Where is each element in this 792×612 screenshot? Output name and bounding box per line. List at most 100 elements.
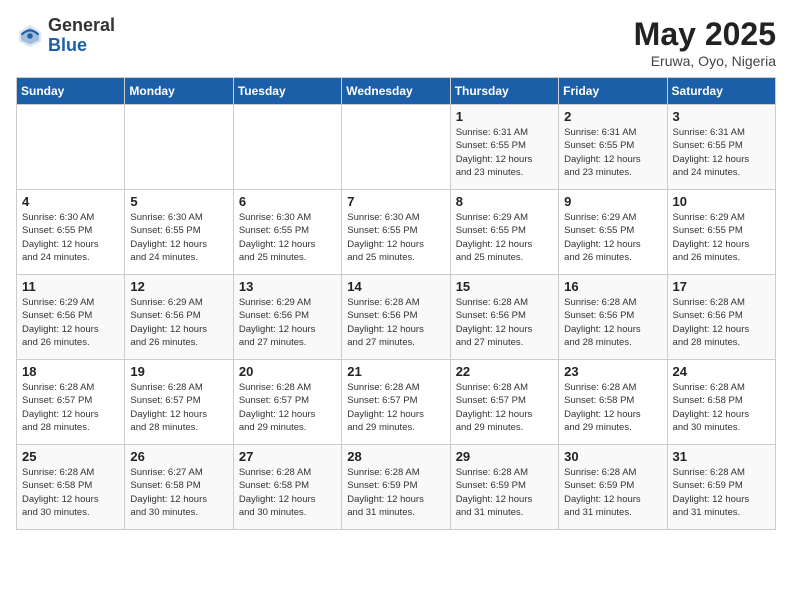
day-info: Sunrise: 6:31 AM Sunset: 6:55 PM Dayligh… bbox=[564, 126, 661, 179]
calendar-day-cell: 9Sunrise: 6:29 AM Sunset: 6:55 PM Daylig… bbox=[559, 190, 667, 275]
calendar-day-cell: 15 Sunrise: 6:28 AM Sunset: 6:56 PM Dayli… bbox=[450, 275, 558, 360]
day-of-week-header: Thursday bbox=[450, 78, 558, 105]
day-info: Sunrise: 6:28 AM Sunset: 6:57 PM Dayligh… bbox=[456, 381, 553, 434]
calendar-header-row: SundayMondayTuesdayWednesdayThursdayFrid… bbox=[17, 78, 776, 105]
day-info: Sunrise: 6:28 AM Sunset: 6:57 PM Dayligh… bbox=[347, 381, 444, 434]
calendar-day-cell: 27 Sunrise: 6:28 AM Sunset: 6:58 PM Dayli… bbox=[233, 445, 341, 530]
logo-general-text: General bbox=[48, 15, 115, 35]
logo: General Blue bbox=[16, 16, 115, 56]
calendar-day-cell: 18 Sunrise: 6:28 AM Sunset: 6:57 PM Dayli… bbox=[17, 360, 125, 445]
day-info: Sunrise: 6:28 AM Sunset: 6:58 PM Dayligh… bbox=[22, 466, 119, 519]
day-info: Sunrise: 6:29 AM Sunset: 6:55 PM Dayligh… bbox=[564, 211, 661, 264]
day-number: 27 bbox=[239, 449, 336, 464]
calendar-day-cell bbox=[233, 105, 341, 190]
day-number: 25 bbox=[22, 449, 119, 464]
calendar-day-cell: 13 Sunrise: 6:29 AM Sunset: 6:56 PM Dayli… bbox=[233, 275, 341, 360]
day-number: 16 bbox=[564, 279, 661, 294]
day-info: Sunrise: 6:29 AM Sunset: 6:55 PM Dayligh… bbox=[673, 211, 770, 264]
day-info: Sunrise: 6:30 AM Sunset: 6:55 PM Dayligh… bbox=[22, 211, 119, 264]
calendar-day-cell: 17 Sunrise: 6:28 AM Sunset: 6:56 PM Dayli… bbox=[667, 275, 775, 360]
month-year: May 2025 bbox=[634, 16, 776, 53]
day-number: 4 bbox=[22, 194, 119, 209]
day-info: Sunrise: 6:27 AM Sunset: 6:58 PM Dayligh… bbox=[130, 466, 227, 519]
calendar-day-cell: 14 Sunrise: 6:28 AM Sunset: 6:56 PM Dayli… bbox=[342, 275, 450, 360]
day-number: 20 bbox=[239, 364, 336, 379]
day-of-week-header: Tuesday bbox=[233, 78, 341, 105]
day-number: 2 bbox=[564, 109, 661, 124]
day-number: 23 bbox=[564, 364, 661, 379]
day-number: 7 bbox=[347, 194, 444, 209]
day-number: 1 bbox=[456, 109, 553, 124]
calendar-week-row: 11Sunrise: 6:29 AM Sunset: 6:56 PM Dayli… bbox=[17, 275, 776, 360]
day-info: Sunrise: 6:28 AM Sunset: 6:56 PM Dayligh… bbox=[347, 296, 444, 349]
day-info: Sunrise: 6:28 AM Sunset: 6:58 PM Dayligh… bbox=[564, 381, 661, 434]
calendar-day-cell: 30Sunrise: 6:28 AM Sunset: 6:59 PM Dayli… bbox=[559, 445, 667, 530]
calendar-week-row: 25 Sunrise: 6:28 AM Sunset: 6:58 PM Dayli… bbox=[17, 445, 776, 530]
location: Eruwa, Oyo, Nigeria bbox=[634, 53, 776, 69]
day-info: Sunrise: 6:28 AM Sunset: 6:58 PM Dayligh… bbox=[673, 381, 770, 434]
calendar-day-cell: 3 Sunrise: 6:31 AM Sunset: 6:55 PM Daylig… bbox=[667, 105, 775, 190]
calendar-day-cell: 24 Sunrise: 6:28 AM Sunset: 6:58 PM Dayli… bbox=[667, 360, 775, 445]
day-of-week-header: Sunday bbox=[17, 78, 125, 105]
day-info: Sunrise: 6:29 AM Sunset: 6:56 PM Dayligh… bbox=[239, 296, 336, 349]
day-info: Sunrise: 6:28 AM Sunset: 6:59 PM Dayligh… bbox=[456, 466, 553, 519]
day-number: 6 bbox=[239, 194, 336, 209]
day-info: Sunrise: 6:29 AM Sunset: 6:56 PM Dayligh… bbox=[130, 296, 227, 349]
calendar-day-cell bbox=[17, 105, 125, 190]
day-number: 22 bbox=[456, 364, 553, 379]
day-info: Sunrise: 6:28 AM Sunset: 6:57 PM Dayligh… bbox=[22, 381, 119, 434]
day-info: Sunrise: 6:28 AM Sunset: 6:56 PM Dayligh… bbox=[456, 296, 553, 349]
day-number: 24 bbox=[673, 364, 770, 379]
calendar-week-row: 18 Sunrise: 6:28 AM Sunset: 6:57 PM Dayli… bbox=[17, 360, 776, 445]
calendar-week-row: 1 Sunrise: 6:31 AM Sunset: 6:55 PM Daylig… bbox=[17, 105, 776, 190]
day-info: Sunrise: 6:31 AM Sunset: 6:55 PM Dayligh… bbox=[456, 126, 553, 179]
calendar-day-cell: 31Sunrise: 6:28 AM Sunset: 6:59 PM Dayli… bbox=[667, 445, 775, 530]
day-info: Sunrise: 6:30 AM Sunset: 6:55 PM Dayligh… bbox=[347, 211, 444, 264]
calendar-day-cell: 10 Sunrise: 6:29 AM Sunset: 6:55 PM Dayli… bbox=[667, 190, 775, 275]
calendar-day-cell: 1 Sunrise: 6:31 AM Sunset: 6:55 PM Daylig… bbox=[450, 105, 558, 190]
calendar-day-cell: 19Sunrise: 6:28 AM Sunset: 6:57 PM Dayli… bbox=[125, 360, 233, 445]
day-info: Sunrise: 6:28 AM Sunset: 6:59 PM Dayligh… bbox=[564, 466, 661, 519]
calendar-day-cell: 4 Sunrise: 6:30 AM Sunset: 6:55 PM Daylig… bbox=[17, 190, 125, 275]
day-info: Sunrise: 6:28 AM Sunset: 6:59 PM Dayligh… bbox=[347, 466, 444, 519]
page-header: General Blue May 2025 Eruwa, Oyo, Nigeri… bbox=[16, 16, 776, 69]
calendar-day-cell: 26 Sunrise: 6:27 AM Sunset: 6:58 PM Dayli… bbox=[125, 445, 233, 530]
day-of-week-header: Monday bbox=[125, 78, 233, 105]
day-number: 14 bbox=[347, 279, 444, 294]
calendar-day-cell: 8Sunrise: 6:29 AM Sunset: 6:55 PM Daylig… bbox=[450, 190, 558, 275]
day-info: Sunrise: 6:30 AM Sunset: 6:55 PM Dayligh… bbox=[239, 211, 336, 264]
day-number: 12 bbox=[130, 279, 227, 294]
logo-icon bbox=[16, 22, 44, 50]
day-info: Sunrise: 6:28 AM Sunset: 6:57 PM Dayligh… bbox=[130, 381, 227, 434]
calendar-day-cell: 23 Sunrise: 6:28 AM Sunset: 6:58 PM Dayli… bbox=[559, 360, 667, 445]
day-number: 5 bbox=[130, 194, 227, 209]
calendar-day-cell: 11Sunrise: 6:29 AM Sunset: 6:56 PM Dayli… bbox=[17, 275, 125, 360]
calendar-day-cell: 7 Sunrise: 6:30 AM Sunset: 6:55 PM Daylig… bbox=[342, 190, 450, 275]
day-number: 3 bbox=[673, 109, 770, 124]
day-number: 18 bbox=[22, 364, 119, 379]
logo-blue-text: Blue bbox=[48, 35, 87, 55]
calendar-day-cell: 20 Sunrise: 6:28 AM Sunset: 6:57 PM Dayli… bbox=[233, 360, 341, 445]
calendar-day-cell: 2 Sunrise: 6:31 AM Sunset: 6:55 PM Daylig… bbox=[559, 105, 667, 190]
day-of-week-header: Saturday bbox=[667, 78, 775, 105]
day-of-week-header: Friday bbox=[559, 78, 667, 105]
day-info: Sunrise: 6:31 AM Sunset: 6:55 PM Dayligh… bbox=[673, 126, 770, 179]
day-info: Sunrise: 6:28 AM Sunset: 6:56 PM Dayligh… bbox=[673, 296, 770, 349]
day-info: Sunrise: 6:29 AM Sunset: 6:56 PM Dayligh… bbox=[22, 296, 119, 349]
day-number: 13 bbox=[239, 279, 336, 294]
logo-text: General Blue bbox=[48, 16, 115, 56]
day-of-week-header: Wednesday bbox=[342, 78, 450, 105]
calendar-day-cell bbox=[125, 105, 233, 190]
day-number: 26 bbox=[130, 449, 227, 464]
day-number: 15 bbox=[456, 279, 553, 294]
calendar-body: 1 Sunrise: 6:31 AM Sunset: 6:55 PM Daylig… bbox=[17, 105, 776, 530]
day-number: 10 bbox=[673, 194, 770, 209]
day-info: Sunrise: 6:28 AM Sunset: 6:57 PM Dayligh… bbox=[239, 381, 336, 434]
calendar-day-cell: 5Sunrise: 6:30 AM Sunset: 6:55 PM Daylig… bbox=[125, 190, 233, 275]
day-number: 17 bbox=[673, 279, 770, 294]
calendar-week-row: 4 Sunrise: 6:30 AM Sunset: 6:55 PM Daylig… bbox=[17, 190, 776, 275]
day-info: Sunrise: 6:28 AM Sunset: 6:59 PM Dayligh… bbox=[673, 466, 770, 519]
title-block: May 2025 Eruwa, Oyo, Nigeria bbox=[634, 16, 776, 69]
calendar-day-cell: 28Sunrise: 6:28 AM Sunset: 6:59 PM Dayli… bbox=[342, 445, 450, 530]
day-info: Sunrise: 6:28 AM Sunset: 6:58 PM Dayligh… bbox=[239, 466, 336, 519]
